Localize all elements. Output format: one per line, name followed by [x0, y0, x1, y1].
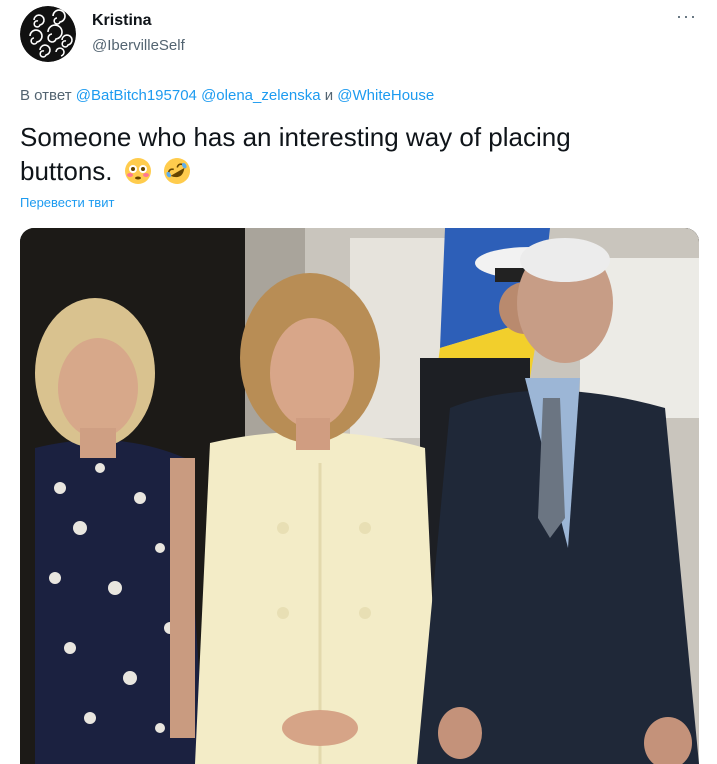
- avatar[interactable]: [20, 6, 76, 62]
- tweet-photo[interactable]: [20, 228, 699, 764]
- mention-batbitch[interactable]: @BatBitch195704: [76, 87, 197, 104]
- author-name[interactable]: Kristina: [92, 12, 152, 30]
- mention-whitehouse[interactable]: @WhiteHouse: [337, 87, 434, 104]
- reply-context: В ответ @BatBitch195704 @olena_zelenska …: [20, 87, 434, 104]
- tweet-text-line2: buttons.: [20, 156, 113, 186]
- translate-tweet-link[interactable]: Перевести твит: [20, 195, 114, 210]
- swirl-pattern-avatar-icon: [20, 6, 76, 62]
- reply-conjunction: и: [324, 87, 334, 104]
- tweet-photo-image: [20, 228, 699, 764]
- more-options-icon[interactable]: ···: [676, 6, 697, 27]
- tweet-text: Someone who has an interesting way of pl…: [20, 120, 680, 188]
- mention-olena-zelenska[interactable]: @olena_zelenska: [201, 87, 320, 104]
- flushed-face-emoji-icon: [124, 158, 151, 184]
- author-handle[interactable]: @IbervilleSelf: [92, 37, 185, 54]
- rolling-on-floor-laughing-emoji-icon: [163, 158, 190, 184]
- tweet-text-line1: Someone who has an interesting way of pl…: [20, 122, 571, 152]
- reply-prefix: В ответ: [20, 87, 72, 104]
